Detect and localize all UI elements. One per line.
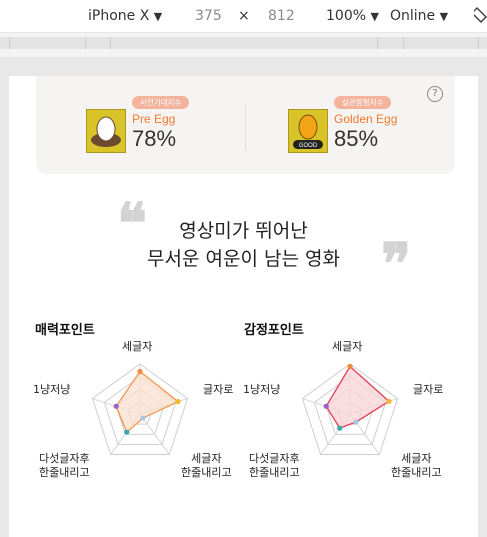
device-viewport: ? 사전기대지수 Pre Egg 78% 실관람평지수 GOOD Golden … (0, 57, 487, 537)
charm-radar: 세글자 글자로 세글자 한줄내리고 다섯글자후 한줄내리고 1냥저냥 (9, 338, 239, 488)
charm-label-bottom-right-2: 한줄내리고 (181, 466, 232, 479)
close-quote-icon: ❞ (381, 231, 412, 297)
pre-egg-value: 78% (132, 126, 177, 151)
charm-label-top: 세글자 (122, 340, 153, 353)
charm-value-point (175, 399, 181, 405)
height-input[interactable]: 812 (268, 8, 295, 24)
ruler-tick (9, 37, 10, 49)
charm-label-bottom-left-2: 한줄내리고 (39, 466, 90, 479)
emotion-label-bottom-right-2: 한줄내리고 (391, 466, 442, 479)
charm-point-title: 매력포인트 (35, 323, 95, 338)
pre-egg-name: Pre Egg (132, 112, 176, 126)
emotion-value-point (347, 363, 353, 370)
ruler-tick (403, 37, 404, 49)
pre-egg-icon (86, 109, 126, 153)
emotion-label-bottom-right: 세글자 한줄내리고 (391, 452, 442, 480)
ruler-tick (110, 37, 111, 49)
emotion-value-point (337, 425, 343, 431)
emotion-label-bottom-left: 다섯글자후 한줄내리고 (249, 452, 300, 480)
emotion-label-bottom-right-1: 세글자 (401, 452, 432, 465)
golden-egg-badge: 실관람평지수 (334, 96, 392, 109)
emotion-value-point (323, 403, 329, 409)
emotion-label-left: 1냥저냥 (243, 383, 281, 396)
emotion-point-title: 감정포인트 (244, 323, 304, 338)
emotion-label-top: 세글자 (332, 340, 363, 353)
charm-label-bottom-left: 다섯글자후 한줄내리고 (39, 452, 90, 480)
charm-label-bottom-left-1: 다섯글자후 (39, 452, 90, 465)
pre-egg-block: 사전기대지수 Pre Egg 78% (86, 96, 236, 156)
golden-egg-value: 85% (334, 126, 379, 151)
good-tag: GOOD (299, 143, 318, 149)
emotion-label-bottom-left-2: 한줄내리고 (249, 466, 300, 479)
zoom-select[interactable]: 100% ▼ (326, 8, 379, 24)
golden-egg-block: 실관람평지수 GOOD Golden Egg 85% (288, 96, 438, 156)
rotate-icon[interactable] (470, 6, 487, 28)
egg-score-card: ? 사전기대지수 Pre Egg 78% 실관람평지수 GOOD Golden … (36, 76, 455, 174)
golden-egg-name: Golden Egg (334, 112, 398, 126)
charm-label-bottom-right-1: 세글자 (191, 452, 222, 465)
charm-value-point (137, 368, 143, 375)
charm-value-point (124, 429, 130, 435)
emotion-label-right: 글자로 (413, 383, 444, 396)
golden-egg-icon: GOOD (288, 109, 328, 153)
emotion-label-bottom-left-1: 다섯글자후 (249, 452, 300, 465)
width-input[interactable]: 375 (195, 8, 222, 24)
ruler-tick (478, 37, 479, 49)
emotion-value-point (353, 419, 359, 425)
network-select[interactable]: Online ▼ (390, 8, 448, 24)
devtools-toolbar: iPhone X ▼ 375 × 812 100% ▼ Online ▼ (0, 0, 487, 32)
page-content: ? 사전기대지수 Pre Egg 78% 실관람평지수 GOOD Golden … (9, 76, 478, 537)
egg-divider (245, 104, 246, 150)
charm-value-point (113, 403, 119, 409)
emotion-value-area (325, 365, 391, 430)
emotion-radar: 세글자 글자로 세글자 한줄내리고 다섯글자후 한줄내리고 1냥저냥 (241, 338, 478, 488)
charm-label-left: 1냥저냥 (33, 383, 71, 396)
ruler-bar (0, 37, 487, 49)
charm-value-point (140, 415, 146, 421)
emotion-value-point (386, 398, 392, 404)
pre-egg-badge: 사전기대지수 (132, 96, 190, 109)
charm-label-right: 글자로 (203, 383, 234, 396)
media-query-ruler (0, 32, 487, 57)
ruler-tick (377, 37, 378, 49)
charm-label-bottom-right: 세글자 한줄내리고 (181, 452, 232, 480)
ruler-tick (85, 37, 86, 49)
device-select[interactable]: iPhone X ▼ (88, 8, 162, 24)
dimension-separator: × (238, 8, 250, 24)
